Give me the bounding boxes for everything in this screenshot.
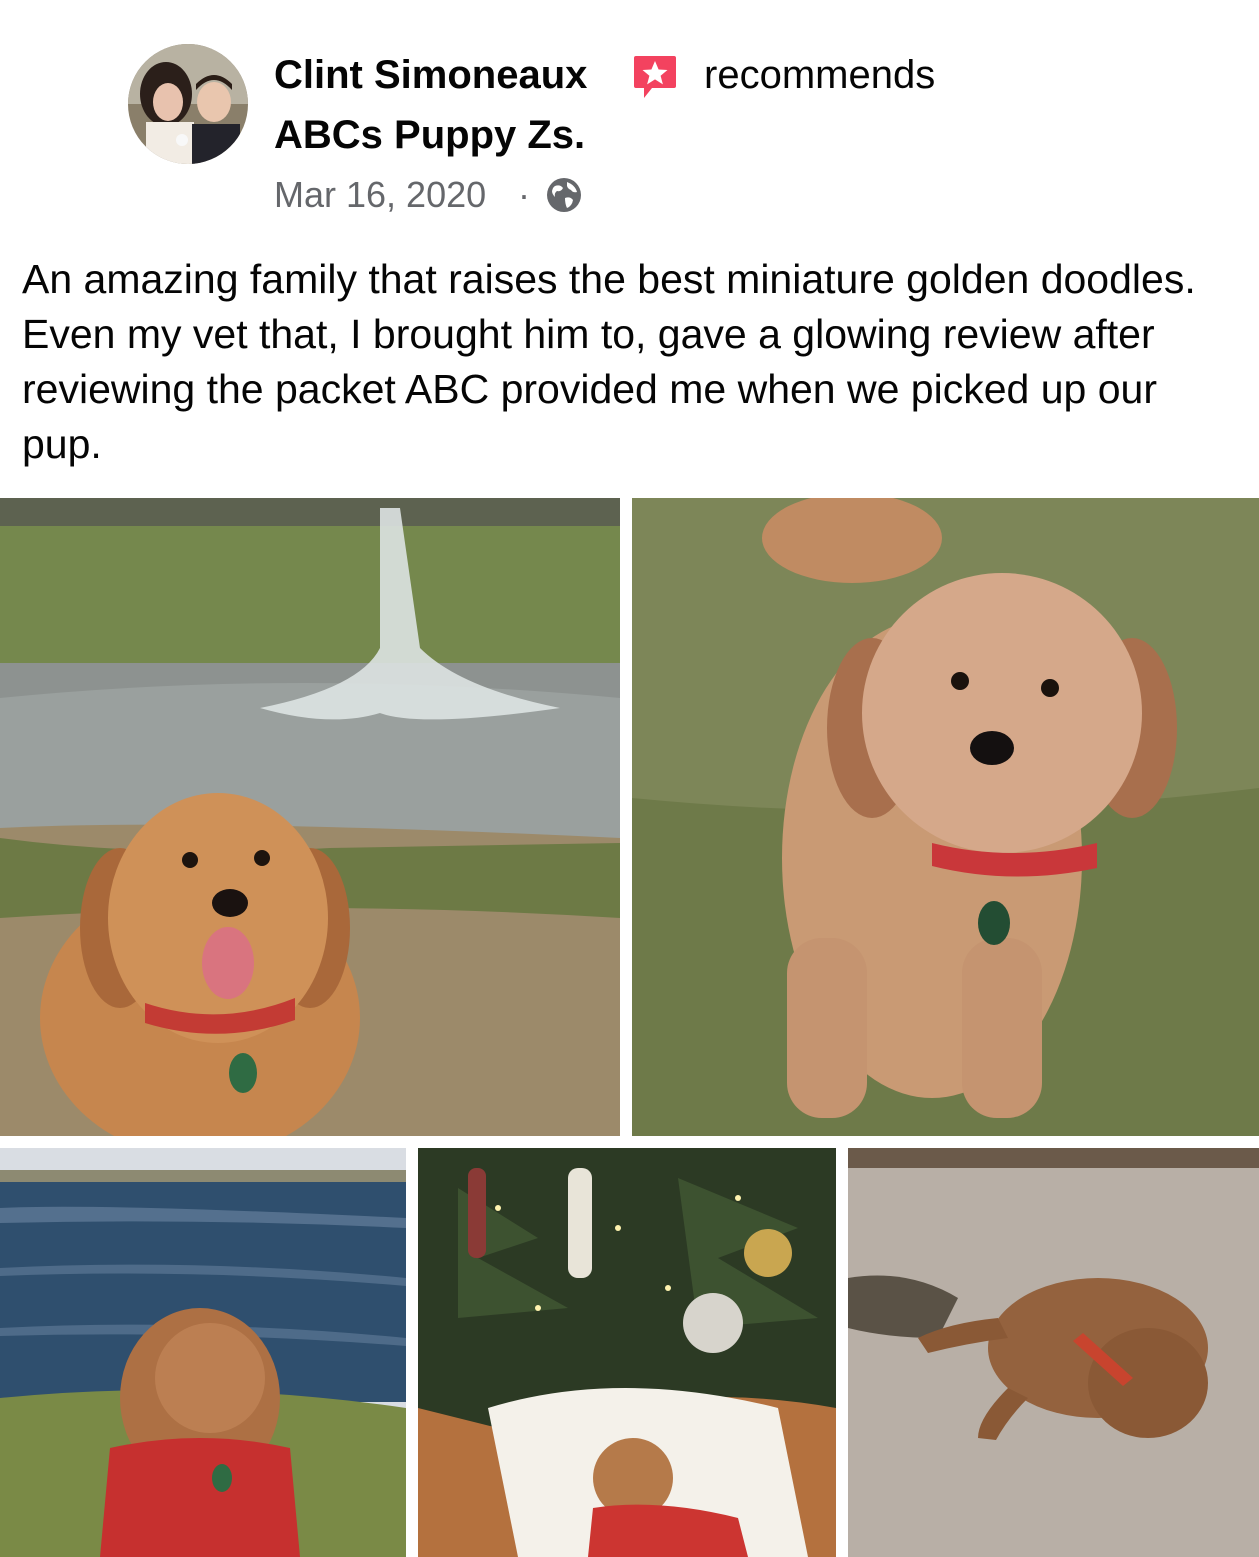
page-name-link[interactable]: ABCs Puppy Zs. [274, 112, 585, 158]
puppy-on-grass-photo[interactable] [632, 498, 1259, 1136]
post-date[interactable]: Mar 16, 2020 [274, 174, 486, 216]
recommend-star-badge-icon [630, 52, 680, 102]
puppy-by-lake-photo[interactable] [0, 1148, 406, 1557]
author-name[interactable]: Clint Simoneaux [274, 52, 587, 98]
puppy-by-fountain-photo[interactable] [0, 498, 620, 1136]
puppy-sleeping-photo[interactable] [848, 1148, 1259, 1557]
author-avatar[interactable] [128, 44, 248, 164]
puppy-under-christmas-tree-photo[interactable] [418, 1148, 836, 1557]
recommends-label: recommends [704, 53, 936, 97]
globe-icon [545, 176, 583, 214]
meta-separator: · [518, 174, 530, 215]
post-body-text: An amazing family that raises the best m… [22, 256, 1196, 467]
